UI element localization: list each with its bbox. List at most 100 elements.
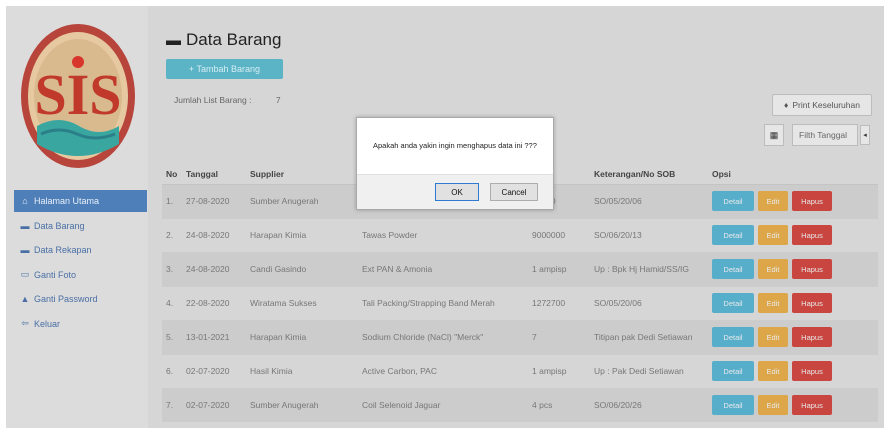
cell-tanggal: 24-08-2020 (182, 251, 246, 286)
edit-button[interactable]: Edit (758, 191, 788, 211)
delete-button[interactable]: Hapus (792, 361, 832, 381)
print-all-label: Print Keseluruhan (792, 100, 860, 110)
logout-icon: ⇦ (21, 318, 29, 328)
sidebar-item-label: Data Rekapan (34, 245, 92, 255)
briefcase-icon: ▬ (20, 220, 30, 231)
cell-supplier: Sumber Anugerah (246, 387, 358, 422)
detail-button[interactable]: Detail (712, 361, 754, 381)
cell-opsi: Detail Edit Hapus (708, 217, 878, 252)
delete-button[interactable]: Hapus (792, 327, 832, 347)
cell-no: 5. (162, 319, 182, 354)
cancel-button[interactable]: Cancel (490, 183, 538, 201)
sidebar-item-data-rekapan[interactable]: ▬ Data Rekapan (14, 239, 147, 261)
detail-button[interactable]: Detail (712, 191, 754, 211)
sidebar-nav: ⌂ Halaman Utama ▬ Data Barang ▬ Data Rek… (14, 190, 147, 337)
cell-supplier: Harapan Kimia (246, 217, 358, 252)
cell-jumlah: 4 pcs (528, 387, 590, 422)
sidebar-item-label: Ganti Foto (34, 269, 77, 280)
sort-select[interactable]: Filth Tanggal (792, 124, 858, 146)
cell-opsi: Detail Edit Hapus (708, 353, 878, 388)
detail-button[interactable]: Detail (712, 225, 754, 245)
delete-button[interactable]: Hapus (792, 225, 832, 245)
detail-button[interactable]: Detail (712, 395, 754, 416)
confirm-dialog-footer: OK Cancel (357, 174, 553, 209)
cell-jumlah: 9000000 (528, 217, 590, 252)
add-item-button[interactable]: + Tambah Barang (166, 59, 283, 79)
cell-nama: Tali Packing/Strapping Band Merah (358, 285, 528, 320)
row-actions: Detail Edit Hapus (712, 327, 874, 347)
detail-button[interactable]: Detail (712, 293, 754, 313)
image-icon: ▭ (20, 269, 30, 279)
company-logo: SIS (21, 24, 135, 168)
cell-ket: SO/05/20/06 (590, 183, 708, 218)
edit-button[interactable]: Edit (758, 293, 788, 313)
sidebar-item-label: Ganti Password (34, 294, 98, 304)
detail-button[interactable]: Detail (712, 259, 754, 279)
cell-jumlah: 1 ampisp (528, 251, 590, 286)
table-row: 4. 22-08-2020 Wiratama Sukses Tali Packing/… (162, 285, 878, 320)
sidebar-item-halaman-utama[interactable]: ⌂ Halaman Utama (14, 190, 147, 212)
edit-button[interactable]: Edit (758, 259, 788, 279)
svg-text:SIS: SIS (34, 62, 121, 127)
row-actions: Detail Edit Hapus (712, 191, 874, 211)
edit-button[interactable]: Edit (758, 361, 788, 381)
row-actions: Detail Edit Hapus (712, 225, 874, 245)
detail-button[interactable]: Detail (712, 327, 754, 347)
cell-no: 7. (162, 387, 182, 422)
cell-ket: SO/06/20/26 (590, 387, 708, 422)
home-icon: ⌂ (22, 196, 28, 206)
delete-button[interactable]: Hapus (792, 293, 832, 313)
lock-icon: ▲ (20, 294, 30, 304)
chevron-down-icon[interactable]: ◂ (860, 125, 870, 145)
sort-controls: ▦ Filth Tanggal ◂ (764, 124, 870, 146)
confirm-dialog-message: Apakah anda yakin ingin menghapus data i… (373, 141, 537, 150)
cell-supplier: Hasil Kimia (246, 353, 358, 388)
delete-button[interactable]: Hapus (792, 191, 832, 211)
cell-jumlah: 1 ampisp (528, 353, 590, 388)
page-title-text: Data Barang (186, 30, 282, 49)
cell-supplier: Harapan Kimia (246, 319, 358, 354)
table-row: 2. 24-08-2020 Harapan Kimia Tawas Powder 900… (162, 217, 878, 252)
table-row: 7. 02-07-2020 Sumber Anugerah Coil Selenoid… (162, 387, 878, 422)
cell-nama: Active Carbon, PAC (358, 353, 528, 388)
cell-opsi: Detail Edit Hapus (708, 387, 878, 422)
cell-nama: Tawas Powder (358, 217, 528, 252)
cell-tanggal: 22-08-2020 (182, 285, 246, 320)
cell-supplier: Wiratama Sukses (246, 285, 358, 320)
cell-ket: SO/06/20/13 (590, 217, 708, 252)
cell-opsi: Detail Edit Hapus (708, 319, 878, 354)
ok-button[interactable]: OK (435, 183, 479, 201)
cell-no: 1. (162, 183, 182, 218)
cell-tanggal: 27-08-2020 (182, 183, 246, 218)
cell-nama: Ext PAN & Amonia (358, 251, 528, 286)
item-count: Jumlah List Barang : 7 (174, 95, 281, 105)
cell-ket: Up : Bpk Hj Hamid/SS/IG (590, 251, 708, 286)
sidebar-item-label: Keluar (34, 318, 61, 329)
cell-opsi: Detail Edit Hapus (708, 251, 878, 286)
print-icon: ♦ (784, 100, 789, 110)
briefcase-icon: ▬ (20, 245, 30, 255)
row-actions: Detail Edit Hapus (712, 395, 874, 416)
edit-button[interactable]: Edit (758, 225, 788, 245)
column-header: Opsi (708, 164, 878, 185)
list-icon[interactable]: ▦ (764, 124, 784, 146)
sidebar-item-data-barang[interactable]: ▬ Data Barang (14, 215, 147, 237)
edit-button[interactable]: Edit (758, 395, 788, 416)
sidebar-item-keluar[interactable]: ⇦ Keluar (14, 313, 147, 335)
cell-supplier: Sumber Anugerah (246, 183, 358, 218)
sidebar-item-ganti-foto[interactable]: ▭ Ganti Foto (14, 264, 147, 286)
edit-button[interactable]: Edit (758, 327, 788, 347)
cell-jumlah: 1272700 (528, 285, 590, 320)
table-row: 5. 13-01-2021 Harapan Kimia Sodium Chloride… (162, 319, 878, 354)
delete-button[interactable]: Hapus (792, 395, 832, 416)
cell-jumlah: 7 (528, 319, 590, 354)
sidebar-item-label: Data Barang (34, 220, 85, 231)
delete-button[interactable]: Hapus (792, 259, 832, 279)
sidebar-item-ganti-password[interactable]: ▲ Ganti Password (14, 288, 147, 310)
print-all-button[interactable]: ♦ Print Keseluruhan (772, 94, 872, 116)
cell-no: 6. (162, 353, 182, 388)
column-header: No (162, 164, 182, 185)
confirm-dialog: Apakah anda yakin ingin menghapus data i… (356, 117, 554, 210)
briefcase-icon: ▬ (166, 31, 181, 49)
cell-opsi: Detail Edit Hapus (708, 183, 878, 218)
